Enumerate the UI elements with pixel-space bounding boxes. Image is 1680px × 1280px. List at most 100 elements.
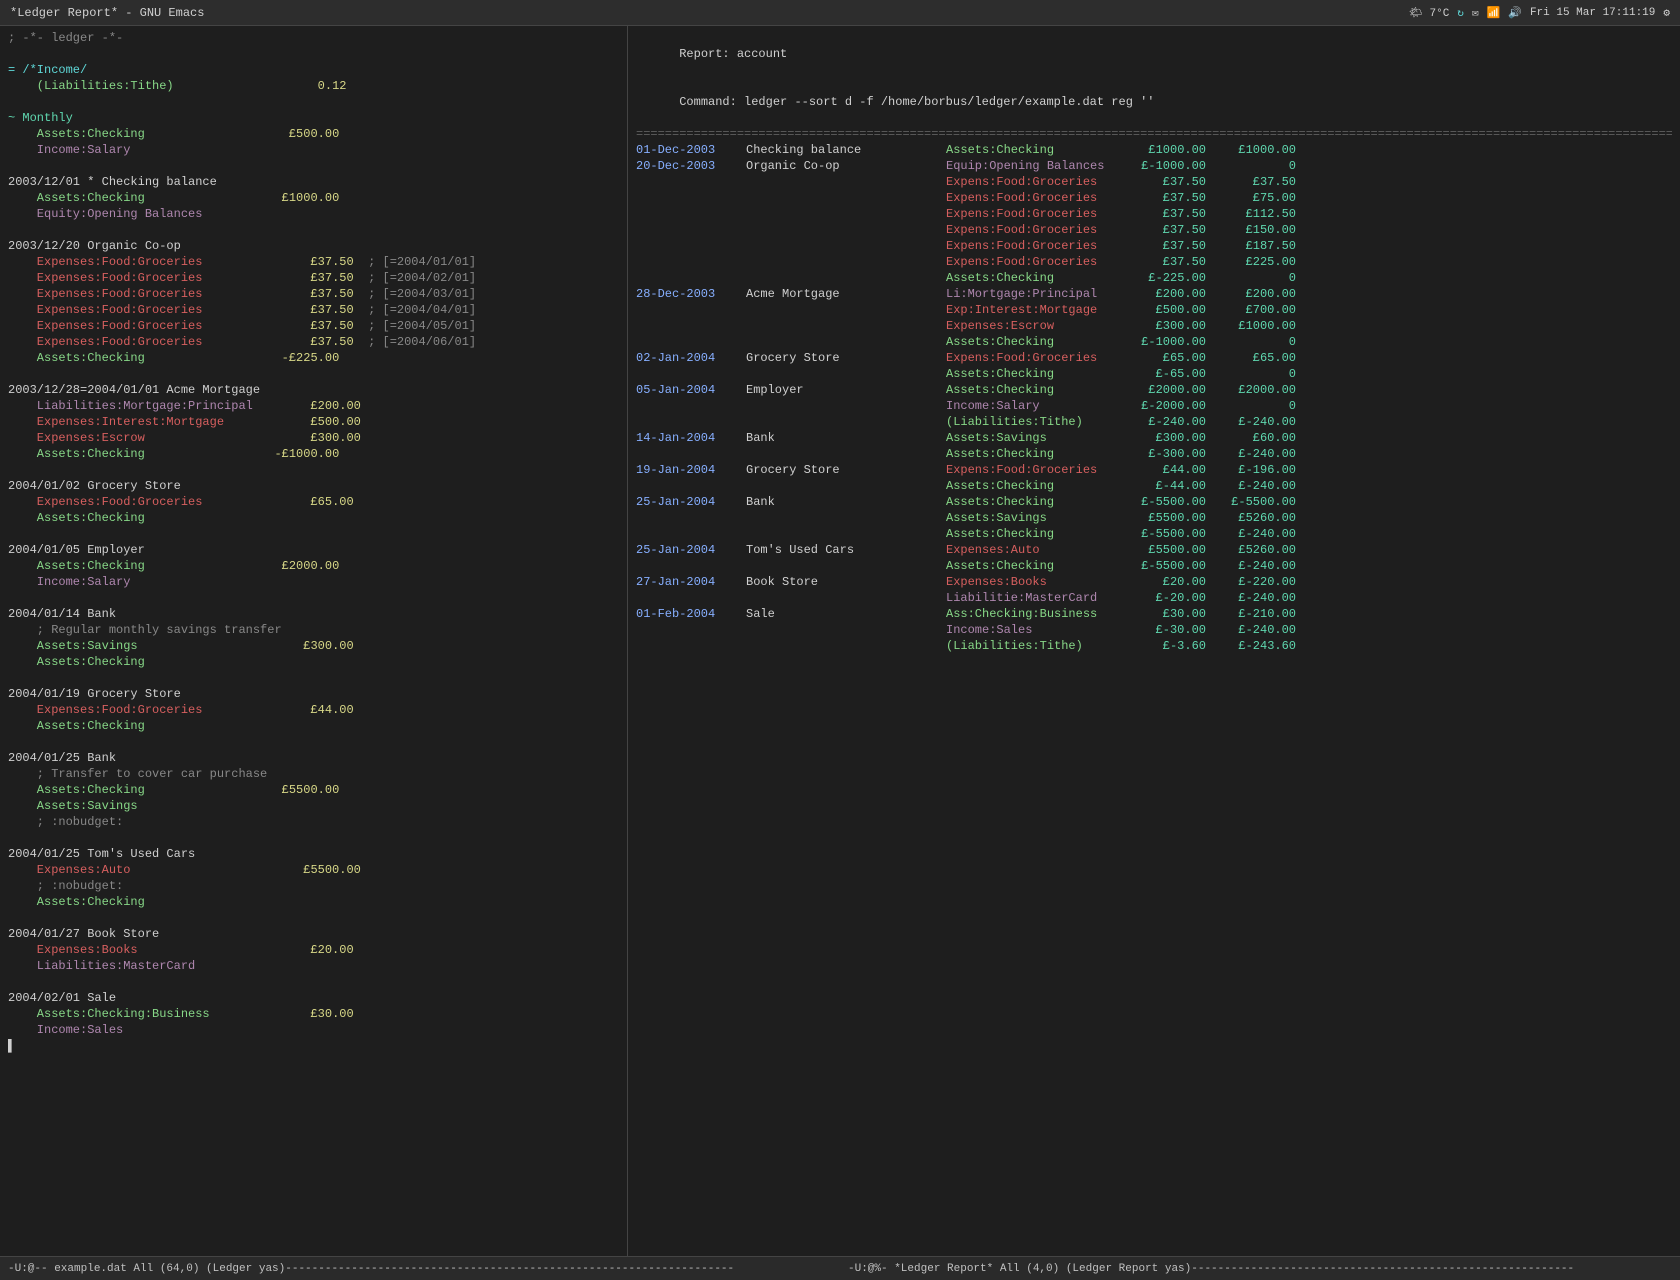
report-row-2b: Expens:Food:Groceries £37.50 £37.50 (636, 174, 1672, 190)
report-row-3b: Exp:Interest:Mortgage £500.00 £700.00 (636, 302, 1672, 318)
report-row-2e: Expens:Food:Groceries £37.50 £150.00 (636, 222, 1672, 238)
checking-business-30: Assets:Checking:Business £30.00 (8, 1006, 619, 1022)
grocery-store-tx: 2004/01/02 Grocery Store (8, 478, 619, 494)
toms-cars-tx: 2004/01/25 Tom's Used Cars (8, 846, 619, 862)
weather-icon: 🌤 7°C (1409, 6, 1449, 20)
report-row-11a: 01-Feb-2004 Sale Ass:Checking:Business £… (636, 606, 1672, 622)
report-row-4b: Assets:Checking £-65.00 0 (636, 366, 1672, 382)
report-row-2f: Expens:Food:Groceries £37.50 £187.50 (636, 238, 1672, 254)
savings-car: Assets:Savings (8, 798, 619, 814)
bank-tx-jan14: 2004/01/14 Bank (8, 606, 619, 622)
groceries-3: Expenses:Food:Groceries £37.50 ; [=2004/… (8, 286, 619, 302)
cursor-line: ▌ (8, 1038, 619, 1054)
bank-tx-jan25: 2004/01/25 Bank (8, 750, 619, 766)
right-report-pane[interactable]: Report: account Command: ledger --sort d… (628, 26, 1680, 1256)
report-row-8a: 25-Jan-2004 Bank Assets:Checking £-5500.… (636, 494, 1672, 510)
report-row-10b: Liabilitie:MasterCard £-20.00 £-240.00 (636, 590, 1672, 606)
blank-line-8 (8, 590, 619, 606)
ledger-comment-line: ; -*- ledger -*- (8, 30, 619, 46)
statusbar-left: -U:@-- example.dat All (64,0) (Ledger ya… (0, 1263, 840, 1275)
blank-line-13 (8, 974, 619, 990)
titlebar: *Ledger Report* - GNU Emacs 🌤 7°C ↻ ✉ 📶 … (0, 0, 1680, 26)
report-row-8c: Assets:Checking £-5500.00 £-240.00 (636, 526, 1672, 542)
liabilities-tithe-entry: (Liabilities:Tithe) 0.12 (8, 78, 619, 94)
checking-auto: Assets:Checking (8, 894, 619, 910)
organic-coop-tx: 2003/12/20 Organic Co-op (8, 238, 619, 254)
income-salary-2: Income:Salary (8, 574, 619, 590)
left-editor-pane[interactable]: ; -*- ledger -*- = /*Income/ (Liabilitie… (0, 26, 628, 1256)
checking-grocery2: Assets:Checking (8, 718, 619, 734)
savings-comment: ; Regular monthly savings transfer (8, 622, 619, 638)
assets-checking-entry: Assets:Checking £500.00 (8, 126, 619, 142)
statusbar-right: -U:@%- *Ledger Report* All (4,0) (Ledger… (840, 1263, 1680, 1275)
report-separator: ========================================… (636, 126, 1672, 142)
refresh-icon: ↻ (1457, 6, 1464, 20)
report-row-6b: Assets:Checking £-300.00 £-240.00 (636, 446, 1672, 462)
report-row-5b: Income:Salary £-2000.00 0 (636, 398, 1672, 414)
report-command: Command: ledger --sort d -f /home/borbus… (636, 78, 1672, 126)
blank-line-3 (8, 158, 619, 174)
report-row-3d: Assets:Checking £-1000.00 0 (636, 334, 1672, 350)
groceries-2: Expenses:Food:Groceries £37.50 ; [=2004/… (8, 270, 619, 286)
checking-grocery: Assets:Checking (8, 510, 619, 526)
settings-icon: ⚙ (1663, 6, 1670, 20)
books-20: Expenses:Books £20.00 (8, 942, 619, 958)
volume-icon: 🔊 (1508, 6, 1522, 20)
report-row-7a: 19-Jan-2004 Grocery Store Expens:Food:Gr… (636, 462, 1672, 478)
report-row-2a: 20-Dec-2003 Organic Co-op Equip:Opening … (636, 158, 1672, 174)
blank-line-1 (8, 46, 619, 62)
clock: Fri 15 Mar 17:11:19 (1530, 7, 1655, 19)
blank-line-2 (8, 94, 619, 110)
checking-balance-tx: 2003/12/01 * Checking balance (8, 174, 619, 190)
report-row-2g: Expens:Food:Groceries £37.50 £225.00 (636, 254, 1672, 270)
acme-mortgage-tx: 2003/12/28=2004/01/01 Acme Mortgage (8, 382, 619, 398)
savings-300: Assets:Savings £300.00 (8, 638, 619, 654)
checking-savings: Assets:Checking (8, 654, 619, 670)
titlebar-title: *Ledger Report* - GNU Emacs (10, 6, 204, 20)
report-row-2d: Expens:Food:Groceries £37.50 £112.50 (636, 206, 1672, 222)
report-row-5a: 05-Jan-2004 Employer Assets:Checking £20… (636, 382, 1672, 398)
interest-mortgage: Expenses:Interest:Mortgage £500.00 (8, 414, 619, 430)
titlebar-icons: 🌤 7°C ↻ ✉ 📶 🔊 Fri 15 Mar 17:11:19 ⚙ (1409, 6, 1670, 20)
report-row-1: 01-Dec-2003 Checking balance Assets:Chec… (636, 142, 1672, 158)
report-row-6a: 14-Jan-2004 Bank Assets:Savings £300.00 … (636, 430, 1672, 446)
main-content: ; -*- ledger -*- = /*Income/ (Liabilitie… (0, 26, 1680, 1256)
income-sales: Income:Sales (8, 1022, 619, 1038)
report-row-11c: (Liabilities:Tithe) £-3.60 £-243.60 (636, 638, 1672, 654)
sale-tx: 2004/02/01 Sale (8, 990, 619, 1006)
groceries-1: Expenses:Food:Groceries £37.50 ; [=2004/… (8, 254, 619, 270)
groceries-6: Expenses:Food:Groceries £37.50 ; [=2004/… (8, 334, 619, 350)
auto-5500: Expenses:Auto £5500.00 (8, 862, 619, 878)
report-row-5c: (Liabilities:Tithe) £-240.00 £-240.00 (636, 414, 1672, 430)
report-row-3c: Expenses:Escrow £300.00 £1000.00 (636, 318, 1672, 334)
report-row-3a: 28-Dec-2003 Acme Mortgage Li:Mortgage:Pr… (636, 286, 1672, 302)
mortgage-principal: Liabilities:Mortgage:Principal £200.00 (8, 398, 619, 414)
checking-2000: Assets:Checking £2000.00 (8, 558, 619, 574)
nobudget-comment1: ; :nobudget: (8, 814, 619, 830)
blank-line-7 (8, 526, 619, 542)
mastercard: Liabilities:MasterCard (8, 958, 619, 974)
report-row-2c: Expens:Food:Groceries £37.50 £75.00 (636, 190, 1672, 206)
income-salary-entry: Income:Salary (8, 142, 619, 158)
blank-line-4 (8, 222, 619, 238)
statusbar: -U:@-- example.dat All (64,0) (Ledger ya… (0, 1256, 1680, 1280)
network-icon: 📶 (1487, 6, 1501, 20)
report-row-11b: Income:Sales £-30.00 £-240.00 (636, 622, 1672, 638)
report-row-9b: Assets:Checking £-5500.00 £-240.00 (636, 558, 1672, 574)
report-row-8b: Assets:Savings £5500.00 £5260.00 (636, 510, 1672, 526)
checking-minus-1000: Assets:Checking -£1000.00 (8, 446, 619, 462)
income-heading: = /*Income/ (8, 62, 619, 78)
escrow: Expenses:Escrow £300.00 (8, 430, 619, 446)
food-44: Expenses:Food:Groceries £44.00 (8, 702, 619, 718)
groceries-4: Expenses:Food:Groceries £37.50 ; [=2004/… (8, 302, 619, 318)
food-groceries-65: Expenses:Food:Groceries £65.00 (8, 494, 619, 510)
blank-line-9 (8, 670, 619, 686)
nobudget-comment2: ; :nobudget: (8, 878, 619, 894)
report-row-2h: Assets:Checking £-225.00 0 (636, 270, 1672, 286)
monthly-heading: ~ Monthly (8, 110, 619, 126)
report-header: Report: account (636, 30, 1672, 78)
blank-line-11 (8, 830, 619, 846)
checking-225: Assets:Checking -£225.00 (8, 350, 619, 366)
blank-line-6 (8, 462, 619, 478)
checking-5500: Assets:Checking £5500.00 (8, 782, 619, 798)
